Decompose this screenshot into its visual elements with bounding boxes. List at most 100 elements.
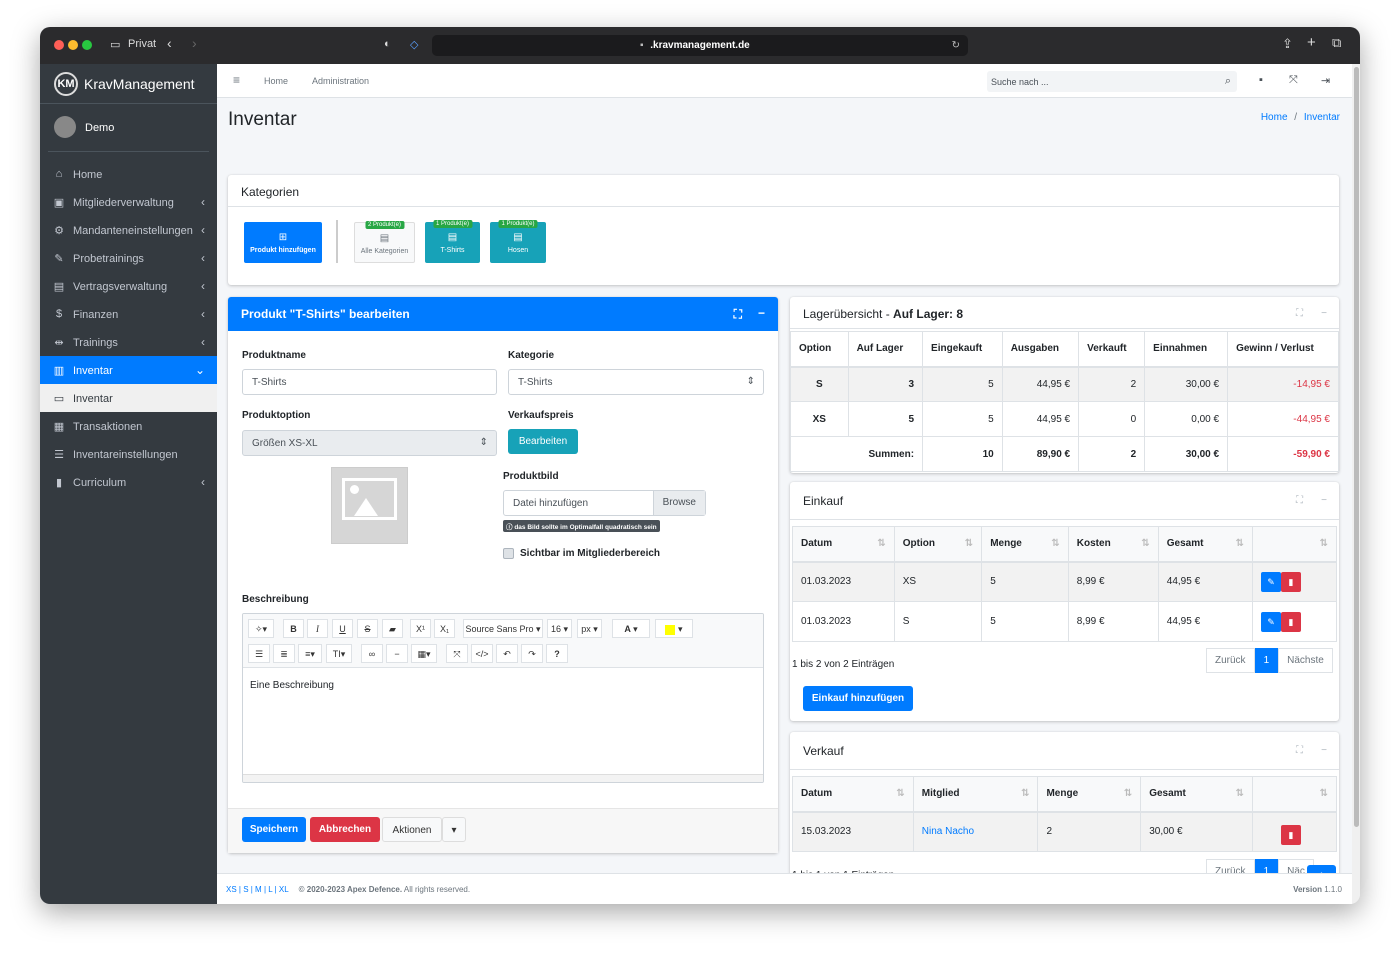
scrollbar-thumb[interactable] (1354, 67, 1359, 827)
unordered-list-icon[interactable]: ☰ (248, 644, 270, 663)
sidebar-item-mitgliederverwaltung[interactable]: ▣ Mitgliederverwaltung ‹ (40, 188, 217, 216)
sidebar-item-finanzen[interactable]: $ Finanzen ‹ (40, 300, 217, 328)
collapse-icon[interactable]: − (1321, 745, 1327, 756)
sortable-column-header[interactable]: Kosten ⇅ (1067, 526, 1159, 563)
highlight-color-icon[interactable]: ▾ (655, 619, 693, 638)
font-color-icon[interactable]: A ▾ (612, 619, 650, 638)
logout-icon[interactable]: ⇥ (1321, 74, 1330, 87)
edit-icon[interactable]: ✎ (1261, 571, 1281, 592)
eraser-icon[interactable]: ▰ (382, 619, 403, 638)
menu-toggle-icon[interactable]: ≡ (233, 73, 240, 87)
font-unit-select[interactable]: px ▾ (577, 619, 602, 638)
collapse-icon[interactable]: − (758, 306, 765, 320)
breadcrumb-home[interactable]: Home (1261, 112, 1288, 123)
sidebar-item-curriculum[interactable]: ▮ Curriculum ‹ (40, 468, 217, 496)
shield-icon[interactable]: ◐ (384, 38, 391, 50)
add-product-button[interactable]: ⊞ Produkt hinzufügen (244, 222, 322, 263)
file-input[interactable]: Datei hinzufügen Browse (503, 490, 706, 516)
trash-icon[interactable]: ▮ (1281, 825, 1301, 846)
share-icon[interactable]: ⇪ (1282, 36, 1293, 52)
edit-icon[interactable]: ✎ (1261, 611, 1281, 632)
superscript-icon[interactable]: X¹ (410, 619, 431, 638)
breadcrumb-current[interactable]: Inventar (1304, 112, 1340, 123)
sidebar-item-probetrainings[interactable]: ✎ Probetrainings ‹ (40, 244, 217, 272)
sortable-column-header[interactable]: Datum ⇅ (792, 526, 895, 563)
add-purchase-button[interactable]: Einkauf hinzufügen (803, 686, 913, 711)
category-select[interactable]: T-Shirts ⇕ (508, 369, 764, 395)
italic-icon[interactable]: I (307, 619, 328, 638)
fullscreen-icon[interactable]: ⤧ (1289, 74, 1298, 87)
vpn-icon[interactable]: ◇ (410, 38, 418, 51)
horizontal-rule-icon[interactable]: − (386, 644, 408, 663)
browse-button[interactable]: Browse (652, 491, 705, 515)
actions-dropdown-icon[interactable]: ▾ (442, 817, 466, 842)
font-size-select[interactable]: 16 ▾ (547, 619, 572, 638)
editor-resize-handle[interactable] (243, 774, 763, 782)
undo-icon[interactable]: ↶ (496, 644, 518, 663)
underline-icon[interactable]: U (332, 619, 353, 638)
product-option-select[interactable]: Größen XS-XL ⇕ (242, 430, 497, 456)
link-icon[interactable]: ∞ (361, 644, 383, 663)
category-all-button[interactable]: 2 Produkt(e) ▤ Alle Kategorien (354, 221, 415, 263)
help-icon[interactable]: ? (546, 644, 568, 663)
bold-icon[interactable]: B (283, 619, 304, 638)
sidebar-toggle-icon[interactable]: ▭ (110, 38, 120, 51)
pagination-page[interactable]: 1 (1254, 648, 1279, 673)
sidebar-item-vertragsverwaltung[interactable]: ▤ Vertragsverwaltung ‹ (40, 272, 217, 300)
sortable-column-header[interactable]: Menge ⇅ (1037, 776, 1142, 813)
brand[interactable]: KM KravManagement (40, 64, 217, 104)
align-icon[interactable]: ≡▾ (298, 644, 322, 663)
search-icon[interactable]: ⌕ (1225, 75, 1231, 88)
actions-button[interactable]: Aktionen (382, 817, 442, 842)
new-tab-icon[interactable]: + (1307, 34, 1316, 51)
topnav-home-link[interactable]: Home (264, 76, 288, 86)
trash-icon[interactable]: ▪ (1259, 74, 1263, 86)
table-cell[interactable]: Nina Nacho (912, 811, 1039, 852)
product-name-input[interactable]: T-Shirts (242, 369, 497, 395)
visible-checkbox[interactable] (503, 548, 514, 559)
sidebar-item-transaktionen[interactable]: ▦ Transaktionen (40, 412, 217, 440)
pagination-next[interactable]: Nächste (1278, 648, 1333, 673)
table-icon[interactable]: ▦▾ (411, 644, 437, 663)
close-window-icon[interactable] (54, 40, 64, 50)
sidebar-item-inventar-sub[interactable]: ▭ Inventar (40, 384, 217, 412)
sidebar-item-home[interactable]: ⌂ Home (40, 160, 217, 188)
back-icon[interactable]: ‹ (167, 35, 172, 51)
user-panel[interactable]: Demo (48, 104, 209, 152)
redo-icon[interactable]: ↷ (521, 644, 543, 663)
sortable-column-header[interactable]: Mitglied ⇅ (912, 776, 1039, 813)
line-height-icon[interactable]: TI▾ (326, 644, 352, 663)
sortable-column-header[interactable]: Menge ⇅ (981, 526, 1069, 563)
sortable-column-header[interactable]: Datum ⇅ (792, 776, 914, 813)
code-view-icon[interactable]: </> (471, 644, 493, 663)
ordered-list-icon[interactable]: ≣ (273, 644, 295, 663)
sidebar-item-trainings[interactable]: ⇹ Trainings ‹ (40, 328, 217, 356)
expand-icon[interactable]: ⛶ (1296, 495, 1303, 506)
collapse-icon[interactable]: − (1321, 308, 1327, 319)
trash-icon[interactable]: ▮ (1281, 611, 1301, 632)
save-button[interactable]: Speichern (242, 817, 306, 842)
expand-icon[interactable]: ⛶ (1296, 745, 1303, 756)
sortable-column-header[interactable]: Gesamt ⇅ (1157, 526, 1254, 563)
footer-size-links[interactable]: XS | S | M | L | XL (226, 885, 288, 894)
pagination-prev[interactable]: Zurück (1206, 648, 1255, 673)
minimize-window-icon[interactable] (68, 40, 78, 50)
trash-icon[interactable]: ▮ (1281, 571, 1301, 592)
category-tshirts-button[interactable]: 1 Produkt(e) ▤ T-Shirts (425, 220, 480, 263)
fullscreen-editor-icon[interactable]: ⤧ (446, 644, 468, 663)
sidebar-item-mandanteneinstellungen[interactable]: ⚙ Mandanteneinstellungen ‹ (40, 216, 217, 244)
sidebar-item-inventar[interactable]: ▥ Inventar ⌄ (40, 356, 217, 384)
cancel-button[interactable]: Abbrechen (310, 817, 380, 842)
description-text[interactable]: Eine Beschreibung (250, 680, 334, 691)
private-tab-label[interactable]: Privat (128, 38, 156, 50)
font-family-select[interactable]: Source Sans Pro ▾ (463, 619, 543, 638)
magic-icon[interactable]: ✧▾ (248, 619, 274, 638)
strikethrough-icon[interactable]: S (357, 619, 378, 638)
sortable-column-header[interactable]: Option ⇅ (893, 526, 983, 563)
category-hosen-button[interactable]: 1 Produkt(e) ▤ Hosen (490, 220, 546, 263)
topnav-admin-link[interactable]: Administration (312, 76, 369, 86)
reload-icon[interactable]: ↻ (952, 35, 960, 56)
expand-icon[interactable]: ⛶ (734, 307, 742, 322)
expand-icon[interactable]: ⛶ (1296, 308, 1303, 319)
search-input[interactable]: Suche nach ... ⌕ (987, 71, 1237, 92)
